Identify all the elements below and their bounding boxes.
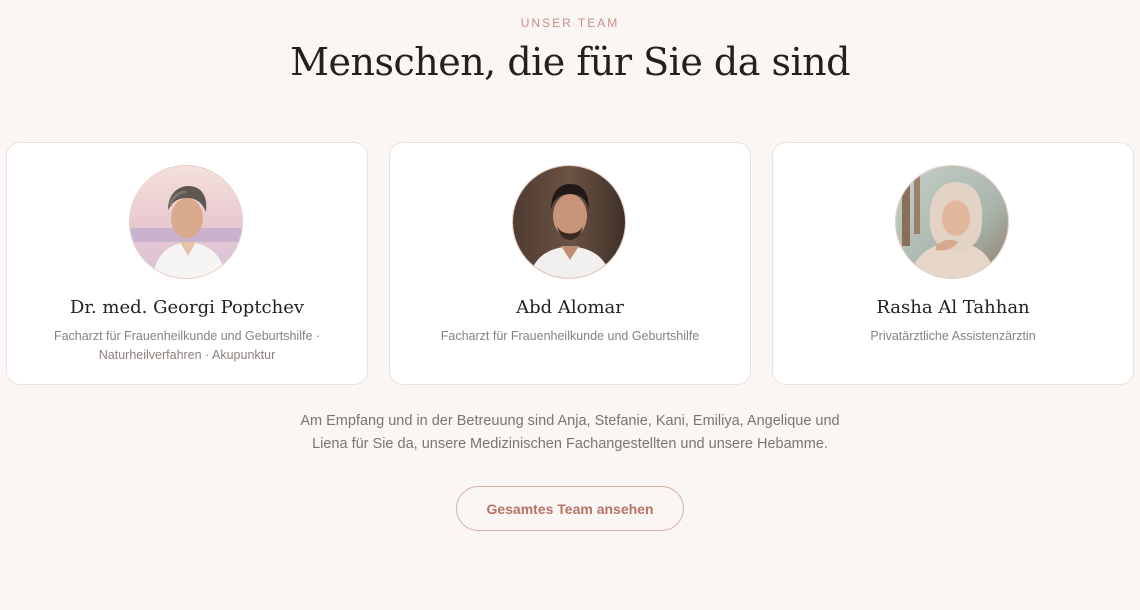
team-member-role: Privatärztliche Assistenzärztin <box>793 327 1113 346</box>
team-intro-line: Liena für Sie da, unsere Medizinischen F… <box>312 436 828 452</box>
avatar <box>129 165 243 279</box>
avatar <box>895 165 1009 279</box>
view-full-team-button[interactable]: Gesamtes Team ansehen <box>456 486 684 531</box>
team-member-name: Dr. med. Georgi Poptchev <box>69 297 305 318</box>
team-member-name: Rasha Al Tahhan <box>876 297 1030 318</box>
portrait-photo <box>896 166 1008 278</box>
team-card: Abd Alomar Facharzt für Frauenheilkunde … <box>389 142 751 385</box>
portrait-photo <box>130 166 242 278</box>
team-card-list: Dr. med. Georgi Poptchev Facharzt für Fr… <box>6 142 1134 386</box>
team-member-role-line: Facharzt für Frauenheilkunde und Geburts… <box>53 329 321 343</box>
team-member-role: Facharzt für Frauenheilkunde und Geburts… <box>410 327 730 346</box>
team-member-role-line: Naturheilverfahren · Akupunktur <box>98 348 276 362</box>
team-intro-line: Am Empfang und in der Betreuung sind Anj… <box>300 413 840 429</box>
section-eyebrow: UNSER TEAM <box>520 16 620 30</box>
section-headline: Menschen, die für Sie da sind <box>290 40 850 84</box>
team-member-name: Abd Alomar <box>516 297 624 318</box>
team-card: Rasha Al Tahhan Privatärztliche Assisten… <box>772 142 1134 385</box>
avatar <box>512 165 626 279</box>
team-member-role-line: Facharzt für Frauenheilkunde und Geburts… <box>440 329 700 343</box>
team-member-role: Facharzt für Frauenheilkunde und Geburts… <box>27 327 347 365</box>
team-card: Dr. med. Georgi Poptchev Facharzt für Fr… <box>6 142 368 385</box>
portrait-photo <box>513 166 625 278</box>
team-intro-text: Am Empfang und in der Betreuung sind Anj… <box>270 410 870 456</box>
team-member-role-line: Privatärztliche Assistenzärztin <box>870 329 1036 343</box>
